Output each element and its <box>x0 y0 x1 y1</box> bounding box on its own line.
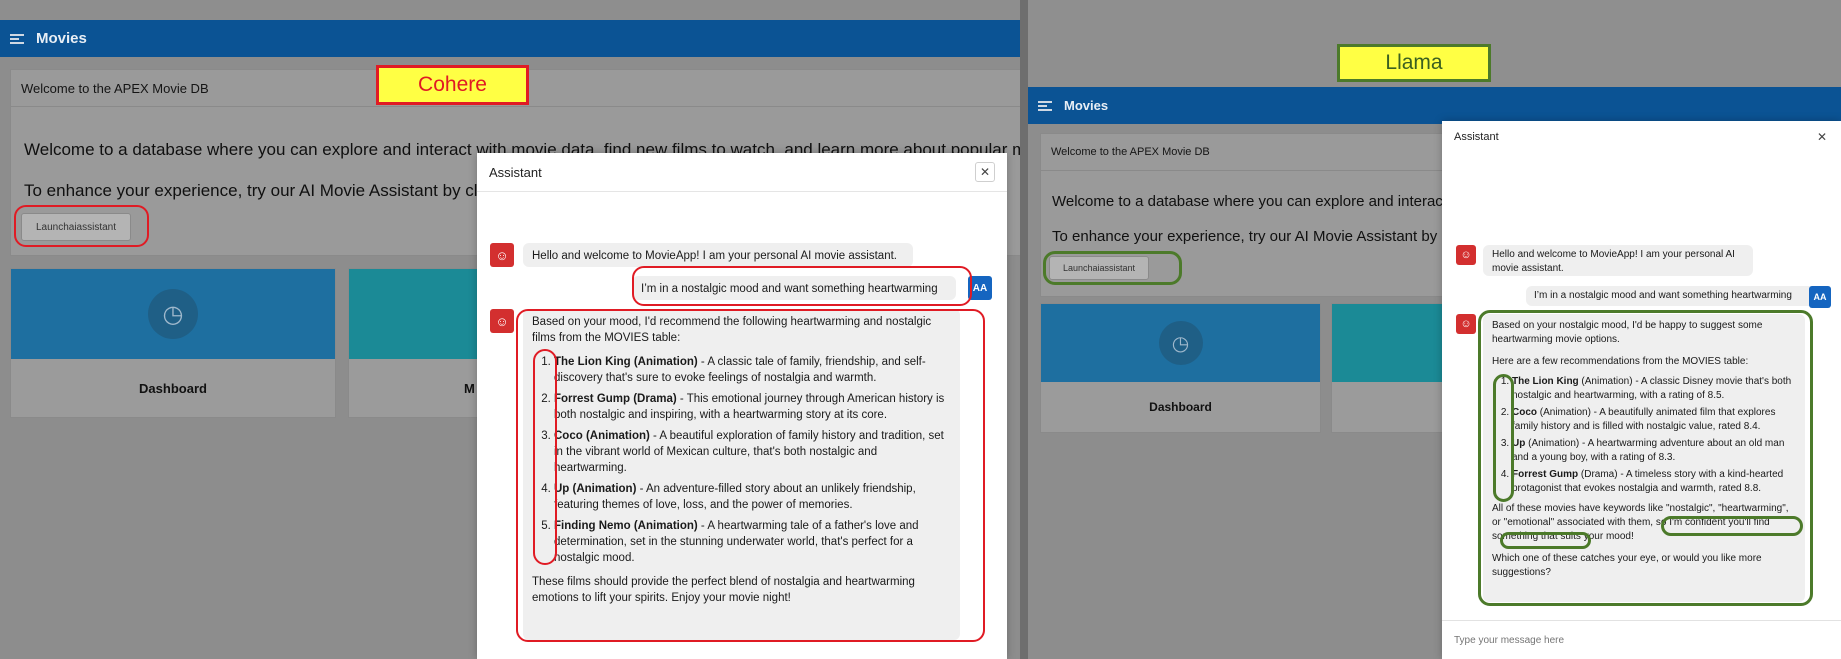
menu-icon[interactable] <box>10 33 24 44</box>
reply-question: Which one of these catches your eye, or … <box>1492 553 1762 578</box>
tile-label: M <box>464 381 475 396</box>
close-icon[interactable]: ✕ <box>1815 130 1829 144</box>
model-label-cohere: Cohere <box>376 65 529 105</box>
bot-avatar-icon: ☺ <box>1456 314 1476 334</box>
list-item: Coco (Animation) - A beautiful explorati… <box>554 428 951 476</box>
user-avatar: AA <box>1809 286 1831 308</box>
dialog-header: Assistant ✕ <box>1442 121 1841 153</box>
message-composer <box>1442 620 1841 659</box>
tile-dashboard[interactable]: ◷ Dashboard <box>1040 303 1321 433</box>
welcome-line-2: To enhance your experience, try our AI M… <box>24 181 490 200</box>
app-header: Movies <box>1028 87 1841 124</box>
message-input[interactable] <box>1452 633 1826 647</box>
user-message: I’m in a nostalgic mood and want somethi… <box>1526 286 1830 306</box>
app-header: Movies <box>0 20 1020 57</box>
reply-outro: These films should provide the perfect b… <box>532 576 915 604</box>
reply-intro: Based on your nostalgic mood, I'd be hap… <box>1492 320 1763 345</box>
keywords-paragraph: All of these movies have keywords like "… <box>1492 503 1789 542</box>
reply-intro-2: Here are a few recommendations from the … <box>1492 356 1749 367</box>
model-label-llama: Llama <box>1337 44 1491 82</box>
greeting-message: Hello and welcome to MovieApp! I am your… <box>1483 245 1753 276</box>
list-item: Forrest Gump (Drama) - A timeless story … <box>1512 468 1796 496</box>
list-item: Forrest Gump (Drama) - This emotional jo… <box>554 391 951 423</box>
launch-ai-assistant-button[interactable]: Launchaiassistant <box>1049 256 1149 280</box>
welcome-line-1: Welcome to a database where you can expl… <box>1052 193 1466 210</box>
dialog-title: Assistant <box>489 164 542 180</box>
list-item: Up (Animation) - A heartwarming adventur… <box>1512 437 1796 465</box>
list-item: The Lion King (Animation) - A classic Di… <box>1512 375 1796 403</box>
user-message: I’m in a nostalgic mood and want somethi… <box>632 276 956 300</box>
recommendation-list: The Lion King (Animation) - A classic Di… <box>1492 375 1796 496</box>
tile-dashboard[interactable]: ◷ Dashboard <box>10 268 336 418</box>
user-avatar: AA <box>968 276 992 300</box>
bot-avatar-icon: ☺ <box>490 243 514 267</box>
app-title: Movies <box>1064 98 1109 113</box>
cohere-reply-message: Based on your mood, I'd recommend the fo… <box>523 309 960 640</box>
cohere-screenshot: Movies Welcome to the APEX Movie DB Welc… <box>0 0 1020 659</box>
close-icon[interactable]: ✕ <box>975 162 995 182</box>
tile-label: Dashboard <box>1149 400 1212 414</box>
dialog-header: Assistant ✕ <box>477 153 1007 192</box>
list-item: Finding Nemo (Animation) - A heartwarmin… <box>554 518 951 566</box>
launch-ai-assistant-button[interactable]: Launchaiassistant <box>21 213 131 241</box>
dialog-title: Assistant <box>1454 131 1499 143</box>
panel-divider <box>1020 0 1028 659</box>
tile-movies[interactable]: M <box>348 268 480 418</box>
welcome-line-2: To enhance your experience, try our AI M… <box>1052 228 1464 245</box>
gauge-icon: ◷ <box>1158 321 1203 365</box>
list-item: The Lion King (Animation) - A classic ta… <box>554 354 951 386</box>
greeting-message: Hello and welcome to MovieApp! I am your… <box>523 243 913 267</box>
app-title: Movies <box>36 30 87 47</box>
llama-reply-message: Based on your nostalgic mood, I'd be hap… <box>1483 314 1805 602</box>
recommendation-list: The Lion King (Animation) - A classic ta… <box>532 354 951 566</box>
tile-label: Dashboard <box>139 381 207 396</box>
list-item: Up (Animation) - An adventure-filled sto… <box>554 481 951 513</box>
bot-avatar-icon: ☺ <box>490 309 514 333</box>
list-item: Coco (Animation) - A beautifully animate… <box>1512 406 1796 434</box>
bot-avatar-icon: ☺ <box>1456 245 1476 265</box>
menu-icon[interactable] <box>1038 100 1052 111</box>
reply-intro: Based on your mood, I'd recommend the fo… <box>532 316 932 344</box>
llama-screenshot: Movies Welcome to the APEX Movie DB Welc… <box>1028 0 1841 659</box>
gauge-icon: ◷ <box>148 289 198 339</box>
